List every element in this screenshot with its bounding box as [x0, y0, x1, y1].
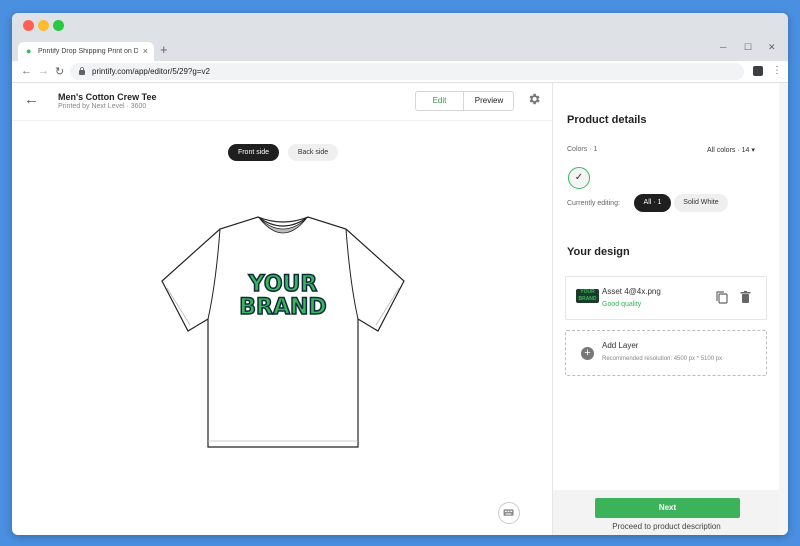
close-window-dot[interactable] — [23, 20, 34, 31]
back-nav-icon[interactable]: ← — [21, 65, 32, 77]
zoom-window-dot[interactable] — [53, 20, 64, 31]
panel-scrollbar[interactable] — [779, 83, 788, 535]
profile-icon[interactable] — [753, 66, 763, 76]
check-icon: ✓ — [574, 172, 584, 183]
tab-close-icon[interactable]: × — [143, 46, 148, 56]
product-title: Men's Cotton Crew Tee — [58, 92, 157, 102]
design-line-2[interactable]: BRAND — [239, 294, 328, 321]
lock-icon — [79, 67, 85, 75]
url-text: printify.com/app/editor/5/29?g=v2 — [92, 67, 210, 76]
color-swatch-white[interactable]: ✓ — [568, 167, 590, 189]
design-line-1[interactable]: YOUR — [247, 271, 318, 298]
colors-label: Colors · 1 — [567, 146, 598, 153]
edit-button[interactable]: Edit — [416, 92, 464, 110]
chip-solid-white[interactable]: Solid White — [674, 194, 728, 212]
your-design-title: Your design — [567, 246, 630, 258]
tab-bar: ● Printify Drop Shipping Print on D × + … — [12, 39, 788, 61]
layer-thumbnail: YOUR BRAND — [576, 289, 599, 303]
add-layer-title: Add Layer — [602, 341, 639, 350]
add-layer-button[interactable]: + Add Layer Recommended resolution: 4500… — [565, 330, 767, 376]
add-layer-subtitle: Recommended resolution: 4500 px * 5100 p… — [602, 356, 723, 362]
preview-button[interactable]: Preview — [465, 92, 513, 110]
plus-icon: + — [581, 347, 594, 360]
close-icon[interactable]: ✕ — [768, 42, 776, 53]
all-colors-label: All colors · 14 — [707, 147, 750, 154]
layer-quality: Good quality — [602, 301, 642, 308]
copy-icon[interactable] — [716, 291, 728, 304]
editor-header: ← Men's Cotton Crew Tee Printed by Next … — [12, 83, 552, 121]
url-field[interactable]: printify.com/app/editor/5/29?g=v2 — [70, 63, 744, 80]
address-bar: ← → ↻ printify.com/app/editor/5/29?g=v2 … — [12, 61, 788, 83]
product-subtitle: Printed by Next Level · 3600 — [58, 103, 147, 110]
product-details-title: Product details — [567, 114, 647, 126]
minimize-window-dot[interactable] — [38, 20, 49, 31]
minimize-icon[interactable]: ─ — [720, 42, 726, 52]
tab-title: Printify Drop Shipping Print on D — [38, 48, 138, 55]
layer-name: Asset 4@4x.png — [602, 287, 661, 296]
menu-icon[interactable]: ⋮ — [772, 65, 782, 76]
design-layer[interactable]: YOUR BRAND Asset 4@4x.png Good quality — [565, 276, 767, 320]
currently-editing-label: Currently editing: — [567, 200, 620, 207]
proceed-text: Proceed to product description — [612, 522, 721, 531]
browser-window: ● Printify Drop Shipping Print on D × + … — [12, 13, 788, 535]
mode-toggle: Edit Preview — [415, 91, 514, 111]
tshirt-mockup: YOUR BRAND — [161, 216, 405, 448]
keyboard-shortcuts-icon[interactable] — [498, 502, 520, 524]
trash-icon[interactable] — [740, 291, 751, 304]
editor-page: ← Men's Cotton Crew Tee Printed by Next … — [12, 83, 788, 535]
title-bar — [12, 13, 788, 39]
tab-back-side[interactable]: Back side — [288, 144, 338, 161]
browser-tab[interactable]: ● Printify Drop Shipping Print on D × — [18, 42, 154, 61]
back-arrow-icon[interactable]: ← — [24, 91, 39, 108]
all-colors-dropdown[interactable]: All colors · 14 ▾ — [707, 146, 755, 154]
product-panel: Product details Colors · 1 All colors · … — [552, 83, 788, 535]
next-button[interactable]: Next — [595, 498, 740, 518]
maximize-icon[interactable]: ☐ — [744, 42, 752, 53]
tab-front-side[interactable]: Front side — [228, 144, 279, 161]
reload-icon[interactable]: ↻ — [55, 65, 64, 78]
new-tab-button[interactable]: + — [160, 42, 168, 57]
chip-all[interactable]: All · 1 — [634, 194, 671, 212]
forward-nav-icon[interactable]: → — [38, 65, 49, 77]
caret-down-icon: ▾ — [751, 147, 755, 154]
panel-footer: Next Proceed to product description — [553, 490, 780, 535]
gear-icon[interactable] — [527, 92, 541, 106]
printify-favicon-icon: ● — [26, 46, 32, 56]
